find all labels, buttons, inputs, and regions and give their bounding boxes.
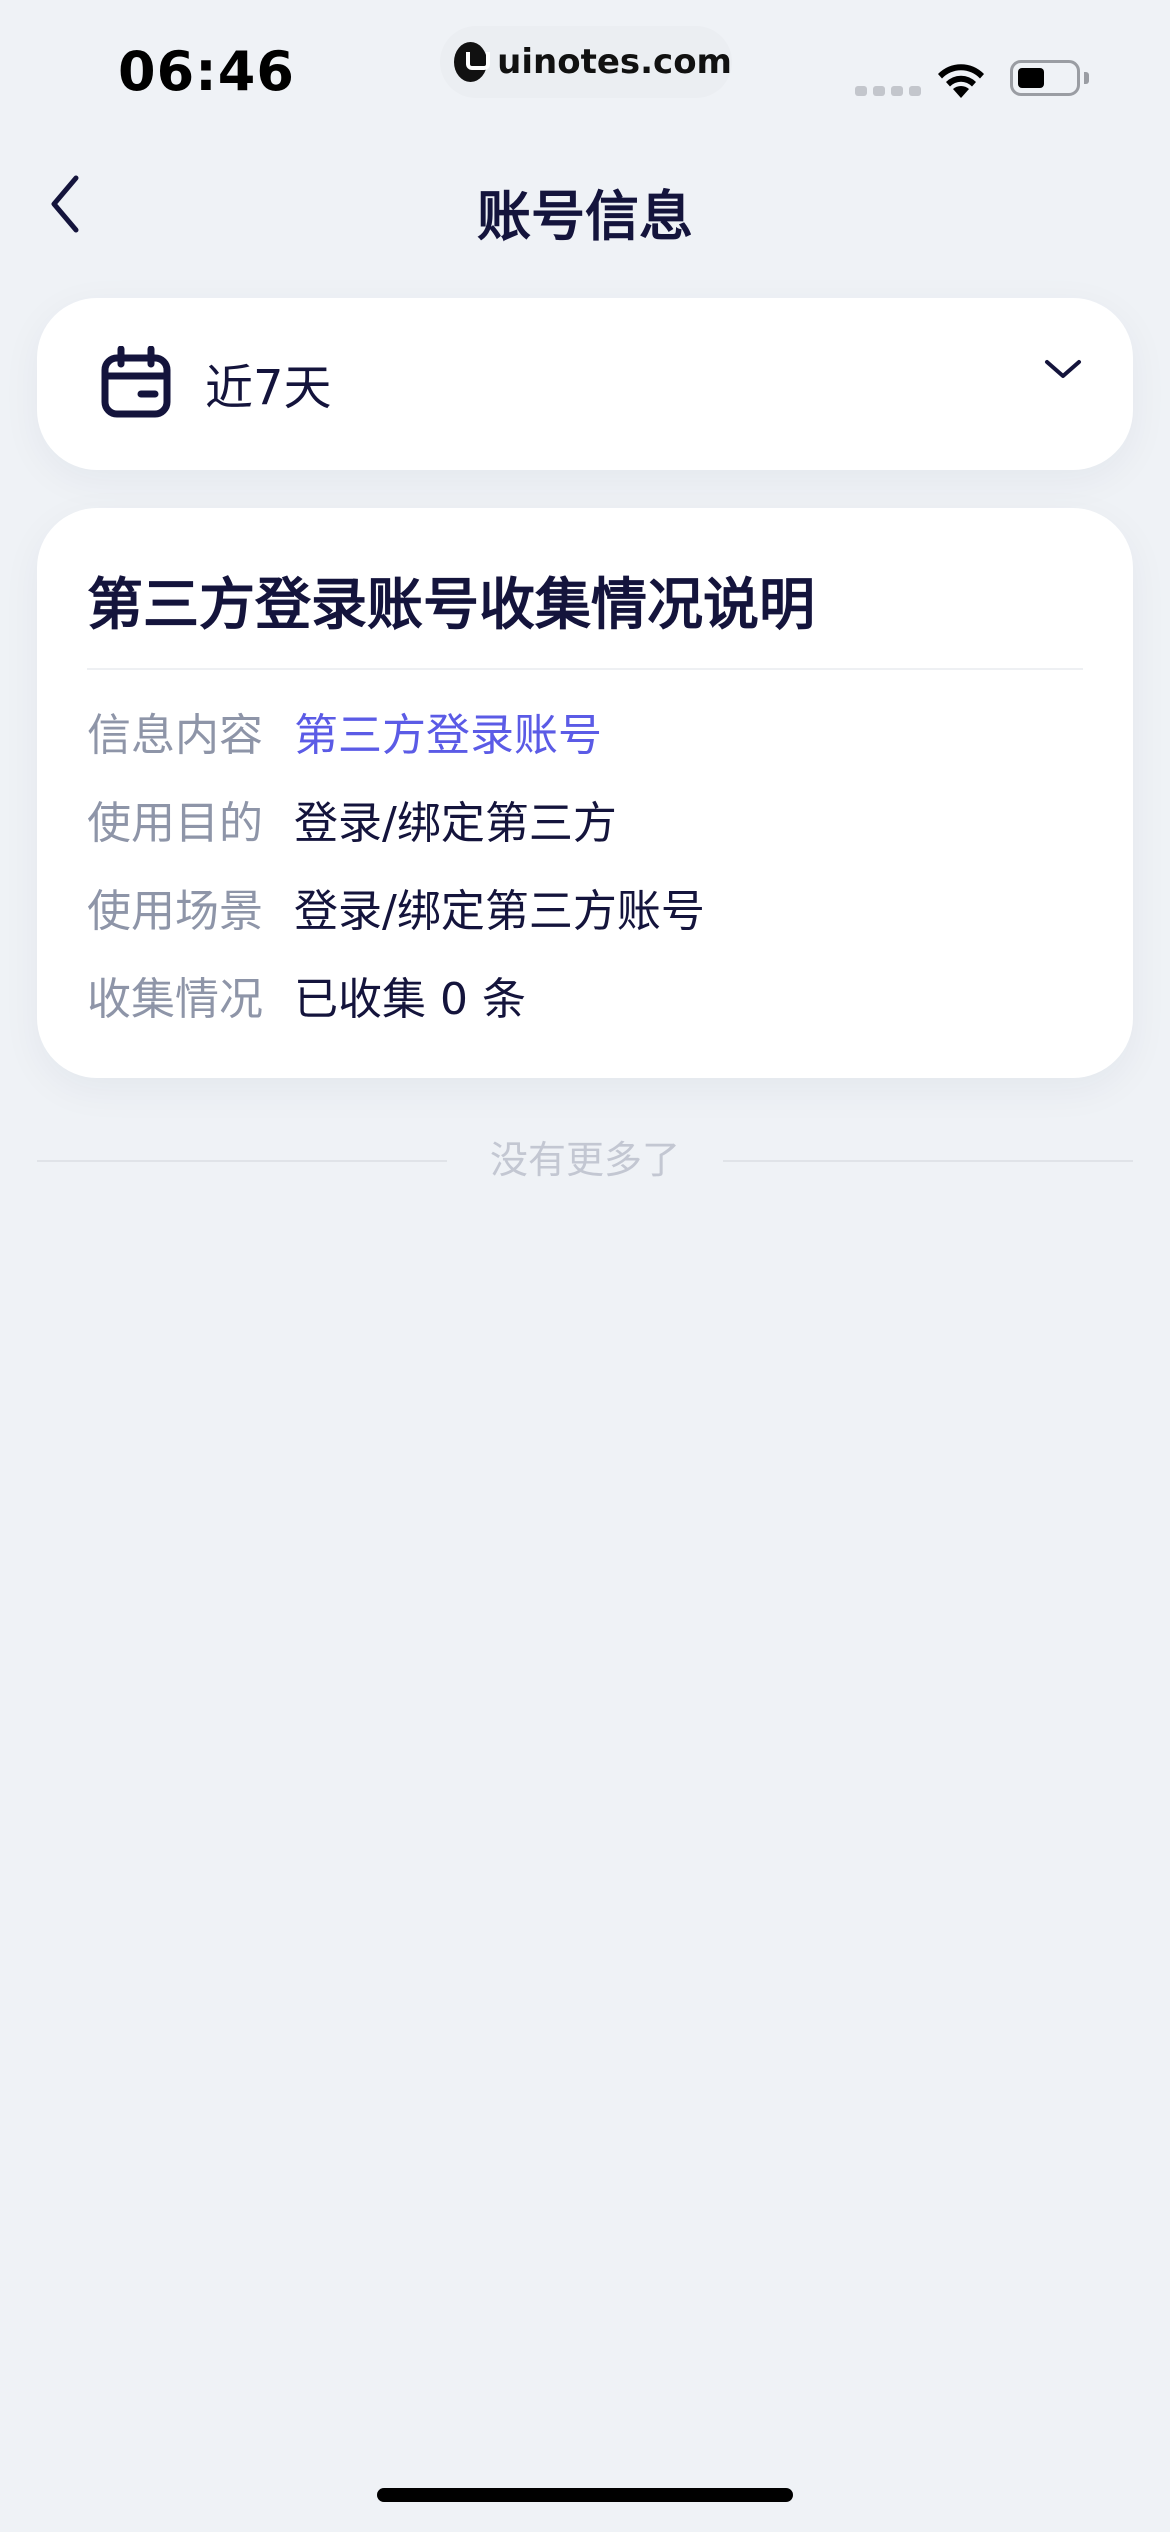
info-key: 信息内容 [87,710,263,761]
url-text: uinotes.com [497,42,732,82]
info-row-collection-status: 收集情况 已收集 0 条 [87,970,526,1030]
date-range-selector[interactable]: 近7天 [37,298,1133,470]
info-value: 登录/绑定第三方 [294,798,617,849]
status-bar: 06:46 uinotes.com [0,0,1170,140]
info-row-content: 信息内容 第三方登录账号 [87,706,602,766]
battery-icon [1010,60,1080,96]
calendar-icon [101,346,171,418]
info-row-scenario: 使用场景 登录/绑定第三方账号 [87,882,705,942]
info-key: 收集情况 [87,974,263,1025]
site-logo-icon [454,42,491,82]
info-key: 使用场景 [87,886,263,937]
wifi-icon [938,64,984,98]
home-indicator[interactable] [377,2488,793,2502]
page-title: 账号信息 [477,185,693,248]
info-value: 登录/绑定第三方账号 [294,886,705,937]
status-time: 06:46 [118,40,295,103]
url-pill[interactable]: uinotes.com [440,26,732,98]
info-key: 使用目的 [87,798,263,849]
end-of-list-text: 没有更多了 [489,1138,680,1182]
collection-info-card: 第三方登录账号收集情况说明 信息内容 第三方登录账号 使用目的 登录/绑定第三方… [37,508,1133,1078]
cellular-signal-icon [855,86,921,96]
end-of-list: 没有更多了 [37,1130,1133,1190]
divider [87,668,1083,670]
nav-bar: 账号信息 [0,150,1170,260]
chevron-down-icon [1045,360,1081,378]
info-value-link[interactable]: 第三方登录账号 [294,706,602,766]
info-row-purpose: 使用目的 登录/绑定第三方 [87,794,617,854]
card-title: 第三方登录账号收集情况说明 [87,573,815,638]
battery-tip [1084,72,1089,84]
info-value: 已收集 0 条 [294,974,526,1025]
date-range-label: 近7天 [205,360,332,416]
